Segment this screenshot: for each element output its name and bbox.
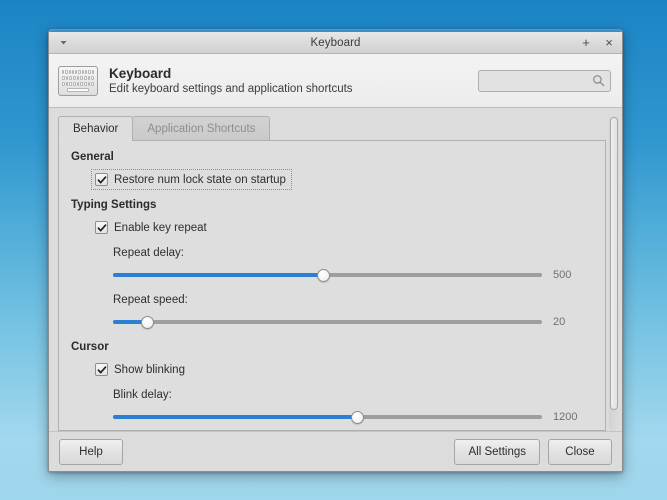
- slider-row-repeat-speed: 20: [113, 315, 593, 329]
- close-icon[interactable]: ×: [603, 36, 615, 49]
- vertical-scrollbar[interactable]: [606, 108, 622, 431]
- label-blink-delay: Blink delay:: [113, 389, 593, 401]
- label-repeat-delay: Repeat delay:: [113, 247, 593, 259]
- slider-row-blink-delay: 1200: [113, 410, 593, 424]
- content-column: Behavior Application Shortcuts General R…: [49, 108, 606, 431]
- section-title-cursor: Cursor: [71, 341, 593, 353]
- slider-track: [113, 320, 542, 324]
- tab-strip: Behavior Application Shortcuts: [58, 116, 606, 141]
- tab-application-shortcuts[interactable]: Application Shortcuts: [132, 116, 270, 141]
- section-title-general: General: [71, 151, 593, 163]
- checkbox-enable-key-repeat-label: Enable key repeat: [114, 222, 207, 234]
- section-title-typing: Typing Settings: [71, 199, 593, 211]
- tab-behavior-label: Behavior: [73, 123, 118, 135]
- value-repeat-speed: 20: [553, 316, 593, 328]
- tab-behavior[interactable]: Behavior: [58, 116, 133, 141]
- slider-repeat-delay[interactable]: [113, 268, 542, 282]
- window-titlebar[interactable]: Keyboard + ×: [49, 30, 622, 54]
- slider-repeat-speed[interactable]: [113, 315, 542, 329]
- maximize-icon[interactable]: +: [580, 36, 592, 49]
- checkbox-show-blinking[interactable]: Show blinking: [92, 360, 190, 379]
- chevron-down-icon[interactable]: [56, 36, 70, 50]
- all-settings-button[interactable]: All Settings: [454, 439, 540, 465]
- page-title: Keyboard: [109, 66, 353, 81]
- close-button[interactable]: Close: [548, 439, 612, 465]
- slider-fill: [113, 415, 358, 419]
- label-repeat-speed: Repeat speed:: [113, 294, 593, 306]
- search-icon[interactable]: [592, 74, 605, 87]
- slider-row-repeat-delay: 500: [113, 268, 593, 282]
- tab-panel-behavior: General Restore num lock state on startu…: [58, 140, 606, 431]
- value-repeat-delay: 500: [553, 269, 593, 281]
- dialog-header-text: Keyboard Edit keyboard settings and appl…: [109, 66, 353, 95]
- checkbox-show-blinking-label: Show blinking: [114, 364, 185, 376]
- slider-handle[interactable]: [351, 411, 364, 424]
- checkmark-icon[interactable]: [95, 221, 108, 234]
- keyboard-settings-window: Keyboard + × Keyboard Edit keyboard sett…: [48, 29, 623, 472]
- keyboard-icon: [58, 66, 98, 96]
- slider-handle[interactable]: [317, 269, 330, 282]
- scrollbar-thumb[interactable]: [610, 117, 618, 410]
- dialog-header: Keyboard Edit keyboard settings and appl…: [49, 54, 622, 108]
- dialog-footer: Help All Settings Close: [49, 431, 622, 471]
- window-body: Behavior Application Shortcuts General R…: [49, 108, 622, 431]
- window-title: Keyboard: [49, 37, 622, 49]
- search-container: [478, 70, 611, 92]
- checkbox-restore-numlock-label: Restore num lock state on startup: [114, 174, 286, 186]
- slider-fill: [113, 273, 323, 277]
- slider-blink-delay[interactable]: [113, 410, 542, 424]
- checkmark-icon[interactable]: [95, 173, 108, 186]
- footer-right-buttons: All Settings Close: [454, 439, 612, 465]
- page-subtitle: Edit keyboard settings and application s…: [109, 83, 353, 95]
- search-box[interactable]: [478, 70, 611, 92]
- checkmark-icon[interactable]: [95, 363, 108, 376]
- checkbox-enable-key-repeat[interactable]: Enable key repeat: [92, 218, 212, 237]
- checkbox-restore-numlock[interactable]: Restore num lock state on startup: [92, 170, 291, 189]
- scrollbar-track[interactable]: [609, 116, 619, 431]
- tab-application-shortcuts-label: Application Shortcuts: [147, 123, 255, 135]
- value-blink-delay: 1200: [553, 411, 593, 423]
- help-button[interactable]: Help: [59, 439, 123, 465]
- search-input[interactable]: [484, 75, 592, 87]
- slider-handle[interactable]: [141, 316, 154, 329]
